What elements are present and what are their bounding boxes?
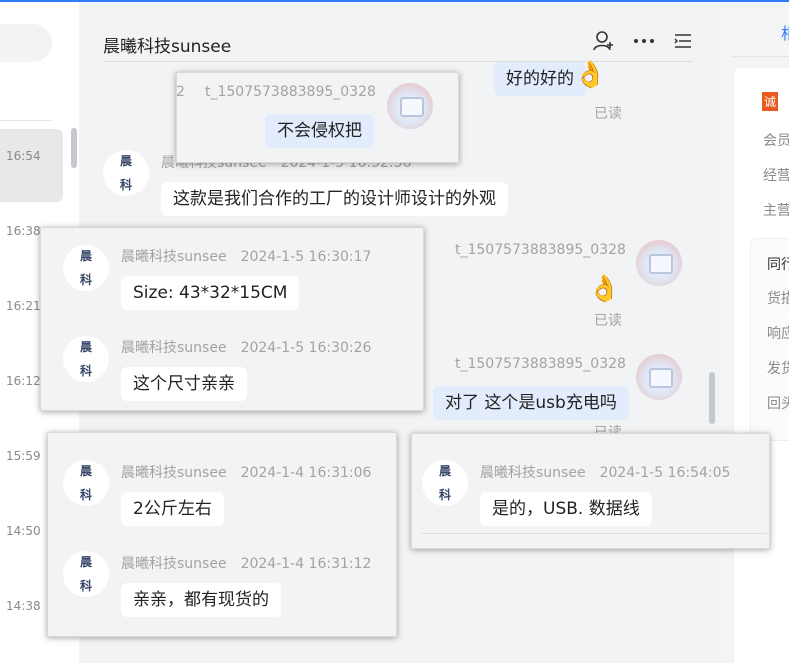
menu-list-icon[interactable] (673, 31, 693, 51)
quoted-message-popup[interactable]: 晨 科 晨曦科技sunsee 2024-1-5 16:30:17 Size: 43… (40, 227, 424, 411)
conversation-time: 14:38 (6, 599, 41, 613)
peer-compare-row: 回头 (767, 396, 789, 412)
avatar-char: 晨 (79, 340, 92, 354)
add-contact-icon[interactable] (593, 30, 615, 52)
more-icon[interactable] (633, 30, 655, 52)
search-input[interactable] (0, 24, 52, 62)
chat-title: 晨曦科技sunsee (103, 37, 232, 57)
conversation-time: 16:21 (6, 299, 41, 313)
message-time: 2024-1-5 16:30:26 (240, 340, 372, 356)
message-text: 是的，USB. 数据线 (492, 499, 640, 519)
info-panel: 相 诚 会员 经营 主营 同行 货描 响应 发货 回头 (718, 2, 789, 663)
user-avatar (636, 240, 682, 286)
avatar-char: 晨 (119, 154, 132, 168)
message-text: 不会侵权把 (277, 121, 362, 141)
quoted-message-popup[interactable]: 晨 科 晨曦科技sunsee 2024-1-5 16:54:05 是的，USB. … (411, 433, 770, 549)
message-time: 2024-1-5 16:30:17 (240, 249, 372, 265)
avatar-char: 科 (79, 273, 92, 287)
tab-underline (732, 56, 789, 57)
sender-name: t_1507573883895_0328 (205, 84, 376, 100)
avatar-char: 晨 (79, 464, 92, 478)
message-meta: 晨曦科技sunsee 2024-1-4 16:31:06 (121, 462, 371, 482)
conversation-time: 16:12 (6, 374, 41, 388)
sender-name: 晨曦科技sunsee (121, 465, 227, 481)
ok-hand-emoji: 👌 (574, 60, 607, 90)
avatar: 晨 科 (63, 245, 109, 291)
avatar: 晨 科 (422, 460, 468, 506)
avatar-char: 晨 (79, 249, 92, 263)
user-avatar (636, 354, 682, 400)
self-message-bubble[interactable]: 对了 这个是usb充电吗 (433, 386, 629, 420)
message-bubble[interactable]: 这款是我们合作的工厂的设计师设计的外观 (161, 182, 508, 216)
conversation-time: 16:38 (6, 224, 41, 238)
avatar-char: 晨 (79, 555, 92, 569)
tab-info[interactable]: 相 (781, 20, 789, 44)
avatar: 晨 科 (63, 336, 109, 382)
integrity-badge: 诚 (762, 92, 779, 111)
message-bubble[interactable]: 2公斤左右 (121, 492, 224, 526)
list-scrollbar[interactable] (71, 128, 77, 168)
chat-header-actions (593, 30, 693, 52)
peer-compare-row: 响应 (767, 326, 789, 342)
quoted-message-popup[interactable]: 2 t_1507573883895_0328 不会侵权把 (176, 72, 459, 163)
sender-name: 晨曦科技sunsee (121, 556, 227, 572)
message-meta-partial: 2 (176, 84, 185, 100)
message-meta: t_1507573883895_0328 (455, 356, 626, 372)
sender-name: t_1507573883895_0328 (455, 242, 626, 258)
message-text: 这个尺寸亲亲 (133, 374, 235, 394)
avatar-char: 科 (79, 579, 92, 593)
peer-compare-row: 发货 (767, 361, 789, 377)
message-meta: t_1507573883895_0328 (455, 242, 626, 258)
peer-compare-title: 同行 (767, 257, 789, 273)
quoted-message-popup[interactable]: 晨 科 晨曦科技sunsee 2024-1-4 16:31:06 2公斤左右 晨 … (47, 432, 397, 637)
info-row-label: 会员 (763, 133, 789, 149)
peer-compare-row: 货描 (767, 291, 789, 307)
read-status: 已读 (594, 313, 622, 329)
message-text: 好的好的 (506, 69, 574, 89)
sender-name: t_1507573883895_0328 (455, 356, 626, 372)
conversation-time: 14:50 (6, 524, 41, 538)
ok-hand-emoji: 👌 (588, 274, 621, 304)
chat-scrollbar[interactable] (709, 372, 715, 424)
avatar-char: 晨 (438, 464, 451, 478)
message-meta: 晨曦科技sunsee 2024-1-4 16:31:12 (121, 553, 371, 573)
message-text: 2公斤左右 (133, 499, 212, 519)
sender-name: 晨曦科技sunsee (121, 340, 227, 356)
avatar: 晨 科 (63, 551, 109, 597)
info-row-label: 经营 (763, 168, 789, 184)
conversation-time: 16:54 (6, 149, 41, 163)
message-meta: 晨曦科技sunsee 2024-1-5 16:54:05 (480, 462, 730, 482)
message-meta: 晨曦科技sunsee 2024-1-5 16:30:26 (121, 337, 371, 357)
message-meta: 晨曦科技sunsee 2024-1-5 16:30:17 (121, 246, 371, 266)
avatar-char: 科 (438, 488, 451, 502)
message-text: 这款是我们合作的工厂的设计师设计的外观 (173, 189, 496, 209)
conversation-item-active[interactable] (0, 129, 63, 202)
avatar: 晨 科 (103, 150, 149, 196)
message-text: 亲亲，都有现货的 (133, 590, 269, 610)
self-message-bubble[interactable]: 不会侵权把 (265, 114, 374, 148)
chat-header: 晨曦科技sunsee (103, 30, 693, 62)
avatar-char: 科 (79, 488, 92, 502)
message-bubble[interactable]: 这个尺寸亲亲 (121, 367, 247, 401)
message-bubble[interactable]: 亲亲，都有现货的 (121, 583, 281, 617)
sender-name: 晨曦科技sunsee (480, 465, 586, 481)
message-time: 2024-1-5 16:54:05 (599, 465, 731, 481)
sender-name: 晨曦科技sunsee (121, 249, 227, 265)
avatar-char: 科 (119, 178, 132, 192)
list-divider (0, 120, 52, 121)
divider (422, 533, 767, 534)
avatar: 晨 科 (63, 460, 109, 506)
message-bubble[interactable]: Size: 43*32*15CM (121, 276, 300, 310)
read-status: 已读 (594, 106, 622, 122)
info-row-label: 主营 (763, 203, 789, 219)
conversation-time: 15:59 (6, 449, 41, 463)
user-avatar (387, 83, 433, 129)
message-time: 2024-1-4 16:31:06 (240, 465, 372, 481)
self-message-bubble[interactable]: 好的好的 (494, 62, 586, 96)
message-text: 对了 这个是usb充电吗 (445, 393, 617, 413)
message-time: 2024-1-4 16:31:12 (240, 556, 372, 572)
message-bubble[interactable]: 是的，USB. 数据线 (480, 492, 652, 526)
message-text: Size: 43*32*15CM (133, 283, 288, 303)
avatar-char: 科 (79, 364, 92, 378)
